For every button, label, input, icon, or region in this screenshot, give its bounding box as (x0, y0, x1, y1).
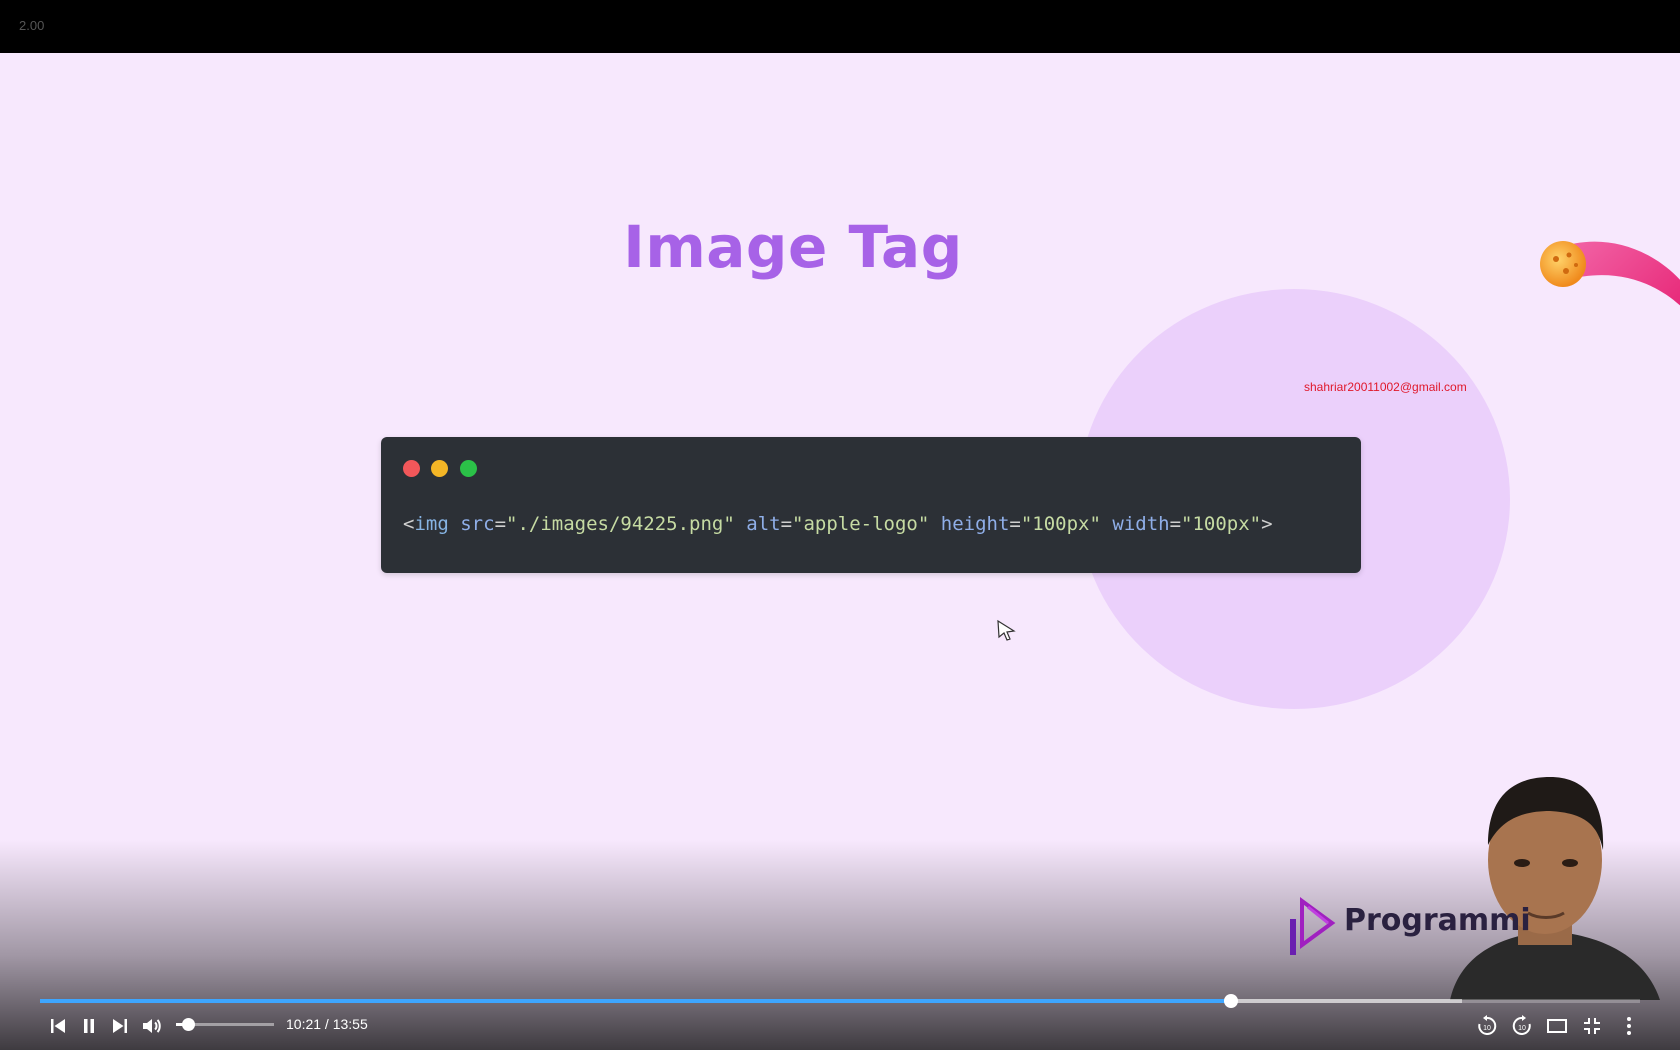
window-minimize-dot (431, 460, 448, 477)
code-token-punct (449, 513, 460, 535)
code-token-str: "100px" (1181, 513, 1262, 535)
code-token-attr: height (940, 513, 1010, 535)
code-token-punct (735, 513, 746, 535)
exit-fullscreen-icon[interactable] (1580, 1014, 1604, 1038)
skip-next-icon[interactable] (108, 1014, 132, 1038)
code-token-punct: = (780, 513, 793, 535)
code-token-attr: src (460, 513, 495, 535)
rewind-10-icon[interactable]: 10 (1475, 1014, 1499, 1038)
brand-mark-icon (1290, 897, 1336, 955)
seek-bar[interactable] (40, 994, 1640, 1008)
code-token-punct: = (1169, 513, 1182, 535)
window-maximize-dot (460, 460, 477, 477)
played-bar (40, 999, 1232, 1003)
mouse-cursor-icon (997, 619, 1016, 641)
forward-10-icon[interactable]: 10 (1510, 1014, 1534, 1038)
code-token-punct: = (494, 513, 507, 535)
volume-slider[interactable] (176, 1018, 274, 1031)
code-line: <img src="./images/94225.png" alt="apple… (403, 513, 1273, 535)
code-token-punct (1101, 513, 1112, 535)
code-token-attr: width (1112, 513, 1170, 535)
code-token-str: "./images/94225.png" (506, 513, 735, 535)
code-snippet-window: <img src="./images/94225.png" alt="apple… (381, 437, 1361, 573)
comet-illustration (1540, 241, 1680, 306)
code-token-punct (929, 513, 940, 535)
volume-thumb[interactable] (181, 1018, 195, 1031)
player-top-bar: 2.00 (0, 0, 1680, 53)
playback-speed-label: 2.00 (19, 18, 45, 33)
code-token-punct: > (1261, 513, 1273, 535)
more-vert-icon[interactable] (1617, 1014, 1641, 1038)
window-close-dot (403, 460, 420, 477)
svg-text:10: 10 (1483, 1025, 1491, 1032)
brand-logo: Programmi (1288, 893, 1628, 963)
skip-previous-icon[interactable] (46, 1014, 70, 1038)
slide-title: Image Tag (623, 213, 963, 281)
code-token-punct: < (403, 513, 415, 535)
volume-icon[interactable] (139, 1014, 163, 1038)
brand-name: Programmi (1344, 903, 1531, 938)
svg-text:10: 10 (1518, 1025, 1526, 1032)
time-display: 10:21 / 13:55 (286, 1016, 368, 1032)
theater-mode-icon[interactable] (1545, 1014, 1569, 1038)
code-token-attr: alt (746, 513, 781, 535)
code-token-tag: img (414, 513, 449, 535)
pause-icon[interactable] (77, 1014, 101, 1038)
code-token-str: "apple-logo" (792, 513, 930, 535)
code-token-punct: = (1009, 513, 1021, 535)
presenter-webcam (1450, 777, 1660, 1000)
code-token-str: "100px" (1020, 513, 1101, 535)
watermark-email: shahriar20011002@gmail.com (1304, 380, 1467, 394)
